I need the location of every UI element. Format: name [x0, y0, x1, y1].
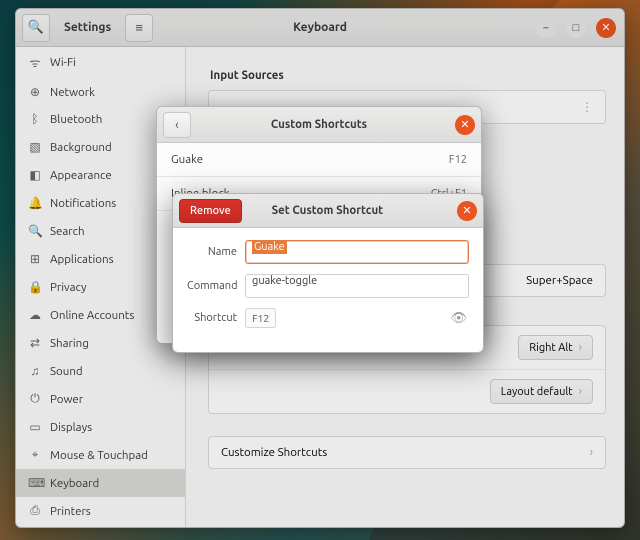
back-icon: ‹ — [175, 118, 179, 132]
command-label: Command — [187, 280, 245, 292]
close-icon: ✕ — [462, 204, 471, 217]
set-shortcut-dialog: Remove Set Custom Shortcut ✕ Name Guake … — [172, 193, 484, 353]
shortcut-label: Shortcut — [187, 312, 245, 324]
name-label: Name — [187, 246, 245, 258]
remove-button[interactable]: Remove — [179, 199, 242, 223]
back-button[interactable]: ‹ — [163, 112, 191, 138]
shortcut-form: Name Guake Command guake-toggle Shortcut… — [173, 228, 483, 352]
dialog-titlebar: ‹ Custom Shortcuts ✕ — [157, 107, 481, 143]
shortcut-name: Guake — [171, 153, 203, 166]
dialog-close-button[interactable]: ✕ — [457, 201, 477, 221]
reveal-icon[interactable]: 👁 — [450, 311, 469, 326]
shortcut-key: F12 — [449, 154, 467, 166]
command-input[interactable]: guake-toggle — [245, 274, 469, 298]
shortcut-value[interactable]: F12 — [245, 308, 276, 328]
dialog-close-button[interactable]: ✕ — [455, 115, 475, 135]
close-icon: ✕ — [460, 118, 469, 131]
shortcut-row[interactable]: Guake F12 — [157, 143, 481, 177]
dialog-titlebar: Remove Set Custom Shortcut ✕ — [173, 194, 483, 228]
name-input[interactable]: Guake — [245, 240, 469, 264]
dialog-title: Custom Shortcuts — [157, 118, 481, 131]
